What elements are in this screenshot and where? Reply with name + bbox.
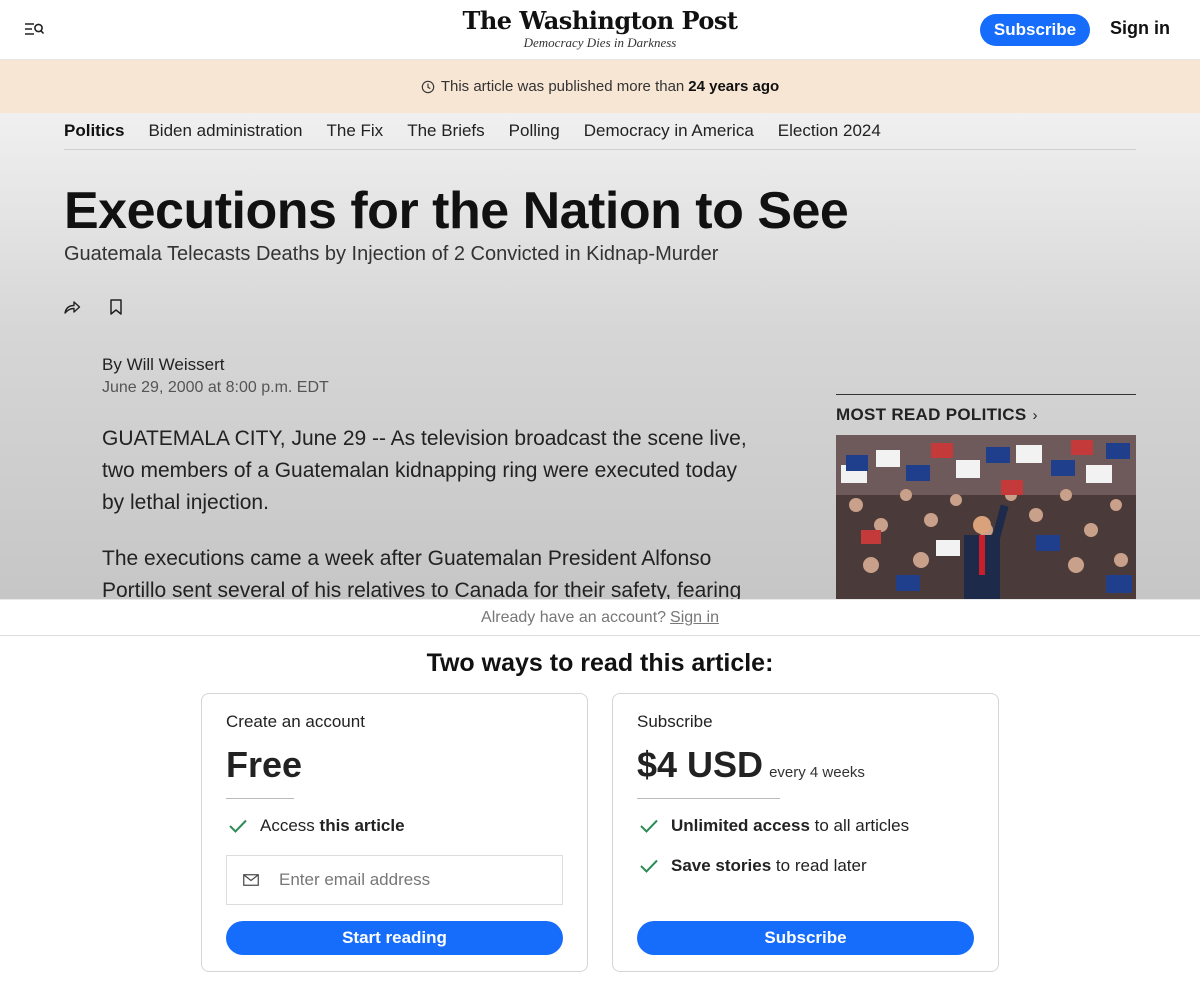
- benefit-text: to read later: [775, 856, 867, 875]
- checkmark-icon: [229, 819, 247, 833]
- benefit-bold-text: Save stories: [671, 856, 772, 875]
- publish-date: June 29, 2000 at 8:00 p.m. EDT: [102, 379, 329, 396]
- paywall-overlay: Already have an account? Sign in Two way…: [0, 599, 1200, 1000]
- chevron-right-icon: ›: [1032, 407, 1038, 424]
- sign-in-link[interactable]: Sign in: [1110, 18, 1170, 39]
- benefit-bold-text: Unlimited access: [671, 816, 810, 835]
- top-header: The Washington Post Democracy Dies in Da…: [0, 0, 1200, 60]
- bookmark-icon[interactable]: [107, 297, 125, 317]
- subscribe-offer-price: $4 USD every 4 weeks: [637, 744, 865, 786]
- nav-item-biden-administration[interactable]: Biden administration: [148, 121, 302, 141]
- share-icon[interactable]: [62, 297, 82, 317]
- article-paragraph: The executions came a week after Guatema…: [102, 547, 742, 599]
- article-subheadline: Guatemala Telecasts Deaths by Injection …: [64, 243, 719, 265]
- free-offer-price: Free: [226, 744, 303, 785]
- article-area: Politics Biden administration The Fix Th…: [0, 113, 1200, 599]
- nav-item-the-briefs[interactable]: The Briefs: [407, 121, 484, 141]
- start-reading-button[interactable]: Start reading: [226, 921, 563, 955]
- email-field[interactable]: [279, 870, 559, 890]
- divider: [637, 798, 780, 799]
- nav-item-politics[interactable]: Politics: [64, 121, 124, 141]
- article-paragraph: GUATEMALA CITY, June 29 -- As television…: [102, 427, 747, 514]
- section-nav: Politics Biden administration The Fix Th…: [64, 113, 1136, 150]
- published-age-text: This article was published more than: [440, 78, 685, 95]
- mail-icon: [243, 874, 259, 886]
- most-read-heading[interactable]: MOST READ POLITICS ›: [836, 405, 1136, 425]
- have-account-text: Already have an account?: [481, 608, 667, 626]
- checkmark-icon: [640, 859, 658, 873]
- benefit-bold-text: this article: [319, 816, 405, 835]
- subscribe-benefit: Unlimited access to all articles: [639, 816, 909, 836]
- most-read-title: MOST READ POLITICS: [836, 405, 1027, 424]
- email-field-wrapper: [226, 855, 563, 905]
- subscribe-offer-card: Subscribe $4 USD every 4 weeks Unlimited …: [612, 693, 999, 972]
- article-headline: Executions for the Nation to See: [64, 182, 849, 240]
- free-benefit: Access this article: [228, 816, 405, 836]
- benefit-text: Access: [260, 816, 315, 835]
- subscribe-offer-label: Subscribe: [637, 712, 713, 731]
- paywall-sign-in-link[interactable]: Sign in: [670, 609, 719, 627]
- benefit-text: to all articles: [814, 816, 910, 835]
- byline: By Will Weissert: [102, 355, 225, 375]
- clock-icon: [421, 80, 435, 93]
- subscribe-benefit: Save stories to read later: [639, 856, 867, 876]
- most-read-photo[interactable]: [836, 435, 1136, 599]
- byline-prefix: By: [102, 355, 122, 374]
- author-name[interactable]: Will Weissert: [127, 355, 225, 374]
- free-offer-card: Create an account Free Access this artic…: [201, 693, 588, 972]
- subscribe-button[interactable]: Subscribe: [980, 14, 1090, 46]
- rally-photo-image: [836, 435, 1136, 599]
- nav-item-democracy-in-america[interactable]: Democracy in America: [584, 121, 754, 141]
- subscribe-offer-button[interactable]: Subscribe: [637, 921, 974, 955]
- nav-item-polling[interactable]: Polling: [509, 121, 560, 141]
- published-age-value: 24 years ago: [688, 78, 780, 95]
- checkmark-icon: [640, 819, 658, 833]
- nav-item-the-fix[interactable]: The Fix: [327, 121, 384, 141]
- published-age-banner: This article was published more than 24 …: [0, 60, 1200, 113]
- article-body: GUATEMALA CITY, June 29 -- As television…: [102, 423, 752, 599]
- free-offer-label: Create an account: [226, 712, 365, 731]
- paywall-heading: Two ways to read this article:: [426, 649, 774, 677]
- nav-item-election-2024[interactable]: Election 2024: [778, 121, 881, 141]
- subscribe-price-period: every 4 weeks: [769, 764, 865, 781]
- have-account-row: Already have an account? Sign in: [0, 599, 1200, 636]
- most-read-module: MOST READ POLITICS ›: [836, 394, 1136, 599]
- subscribe-price-value: $4 USD: [637, 744, 764, 785]
- divider: [226, 798, 294, 799]
